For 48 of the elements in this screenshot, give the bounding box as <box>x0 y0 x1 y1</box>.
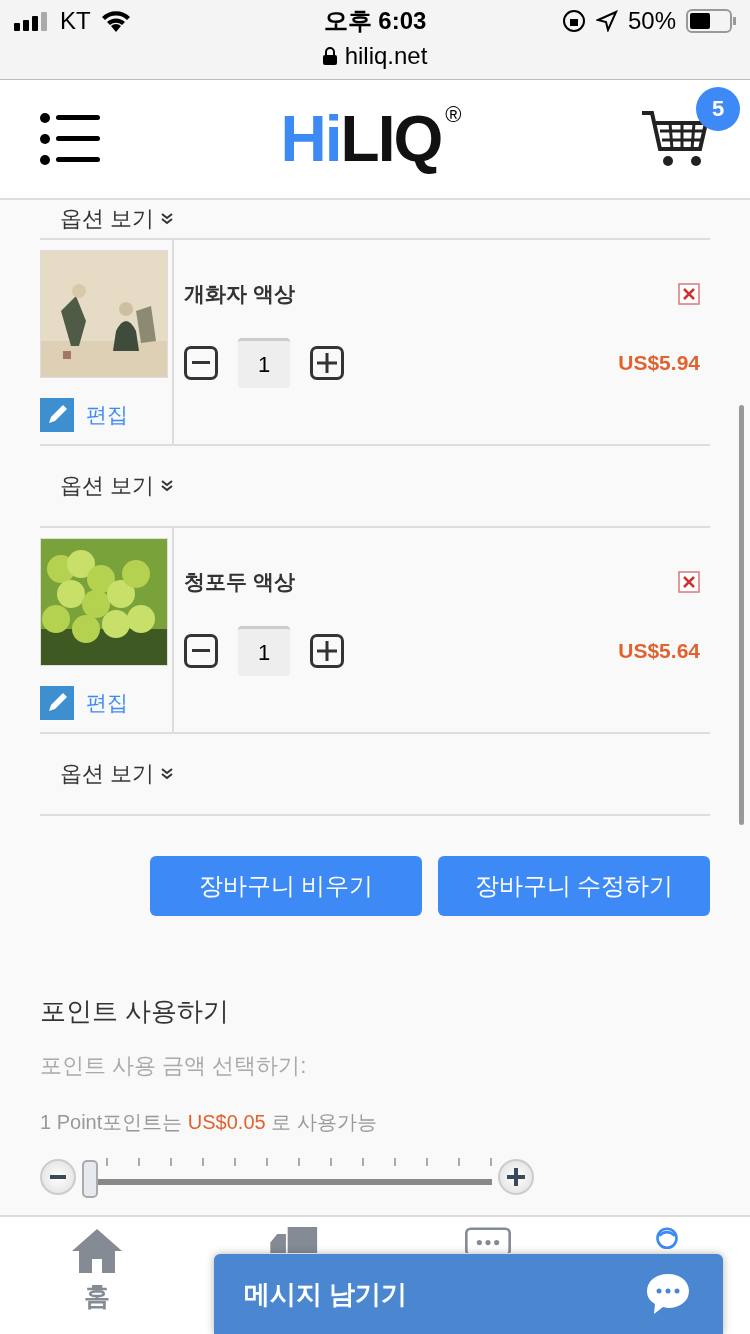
decrease-button[interactable] <box>184 634 218 668</box>
carrier-text: KT <box>60 7 91 35</box>
options-toggle[interactable]: 옵션 보기 <box>60 759 155 789</box>
slider-thumb[interactable] <box>82 1160 98 1198</box>
pencil-icon <box>40 686 74 720</box>
cart-icon[interactable] <box>640 109 710 169</box>
pencil-icon <box>40 398 74 432</box>
clock-text: 오후 6:03 <box>323 6 427 36</box>
lock-icon <box>322 47 337 65</box>
leave-message-button[interactable]: 메시지 남기기 <box>214 1254 723 1334</box>
product-name: 개화자 액상 <box>184 281 295 307</box>
slider-increase-button[interactable] <box>498 1159 534 1195</box>
minus-icon <box>192 649 210 653</box>
slider-decrease-button[interactable] <box>40 1159 76 1195</box>
remove-icon[interactable] <box>678 283 700 305</box>
plus-icon <box>317 353 337 373</box>
options-toggle[interactable]: 옵션 보기 <box>60 204 155 234</box>
quantity-field[interactable]: 1 <box>238 338 290 388</box>
points-slider[interactable] <box>82 1158 492 1196</box>
decrease-button[interactable] <box>184 346 218 380</box>
increase-button[interactable] <box>310 634 344 668</box>
url-text[interactable]: hiliq.net <box>344 42 428 70</box>
quantity-field[interactable]: 1 <box>238 626 290 676</box>
cart-count-badge: 5 <box>696 87 740 131</box>
site-logo[interactable]: HiLIQ® <box>280 102 460 176</box>
minus-icon <box>50 1175 66 1179</box>
item-price: US$5.94 <box>618 351 700 375</box>
minus-icon <box>192 361 210 365</box>
remove-icon[interactable] <box>678 571 700 593</box>
wifi-icon <box>100 10 131 32</box>
double-chevron-icon <box>160 212 175 226</box>
points-rate-text: 1 Point포인트는 US$0.05 로 사용가능 <box>40 1110 378 1135</box>
increase-button[interactable] <box>310 346 344 380</box>
location-arrow-icon <box>595 10 618 32</box>
double-chevron-icon <box>160 767 175 781</box>
points-label: 포인트 사용 금액 선택하기: <box>40 1052 308 1080</box>
battery-text: 50% <box>627 7 676 35</box>
item-price: US$5.64 <box>618 639 700 663</box>
menu-icon[interactable] <box>40 113 100 165</box>
product-name: 청포두 액상 <box>184 569 295 595</box>
signal-icon <box>14 11 50 31</box>
points-heading: 포인트 사용하기 <box>40 995 231 1028</box>
plus-icon <box>507 1168 525 1186</box>
plus-icon <box>317 641 337 661</box>
options-toggle[interactable]: 옵션 보기 <box>60 471 155 501</box>
speech-bubble-icon <box>645 1271 691 1317</box>
battery-icon <box>686 9 736 33</box>
double-chevron-icon <box>160 479 175 493</box>
